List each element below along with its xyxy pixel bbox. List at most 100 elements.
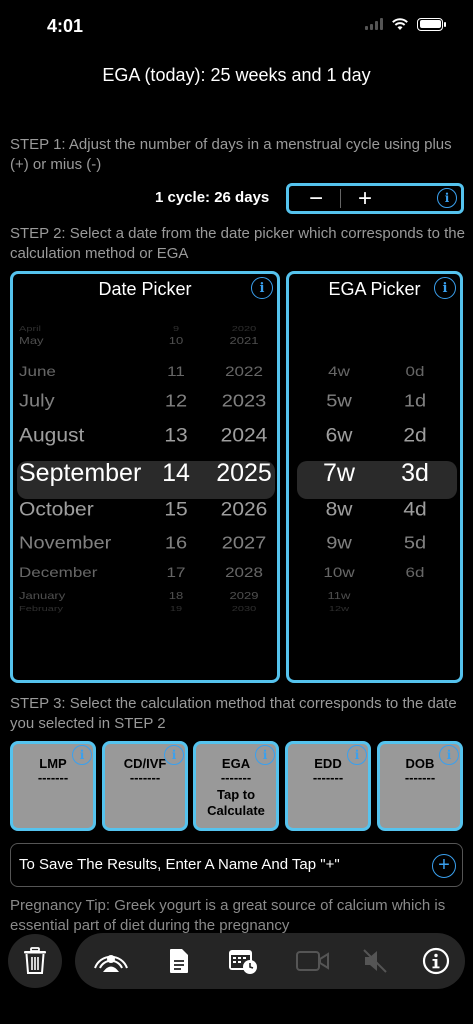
month-option[interactable]: October: [19, 498, 154, 521]
save-name-placeholder: To Save The Results, Enter A Name And Ta…: [19, 856, 340, 873]
month-option[interactable]: February: [19, 604, 154, 612]
method-lmp-button[interactable]: i LMP -------: [10, 741, 96, 831]
info-icon: [422, 947, 450, 975]
year-option[interactable]: 2030: [209, 604, 277, 612]
day-option[interactable]: 12: [151, 391, 201, 411]
ega-day-option[interactable]: 0d: [385, 363, 445, 379]
status-icons: [365, 17, 446, 31]
year-option[interactable]: 2028: [209, 564, 277, 580]
date-picker-title: Date Picker: [98, 279, 192, 299]
weeks-option[interactable]: 11w: [309, 589, 369, 600]
method-ega-button[interactable]: i EGA ------- Tap to Calculate: [193, 741, 279, 831]
status-time: 4:01: [47, 16, 84, 36]
toolbar-info-button[interactable]: [420, 945, 452, 977]
year-option[interactable]: 2024: [209, 424, 277, 447]
year-option[interactable]: 2027: [209, 533, 277, 553]
info-icon[interactable]: i: [347, 745, 367, 765]
month-option[interactable]: December: [19, 564, 154, 580]
info-icon[interactable]: i: [255, 745, 275, 765]
tap-to-calculate-label: Tap to Calculate: [207, 787, 265, 818]
video-button[interactable]: [293, 945, 333, 977]
ega-day-option[interactable]: 2d: [385, 424, 445, 447]
month-option[interactable]: November: [19, 533, 154, 553]
page-title: EGA (today): 25 weeks and 1 day: [102, 65, 371, 85]
method-value: -------: [312, 770, 344, 785]
month-option[interactable]: August: [19, 424, 154, 447]
pregnancy-tip: Pregnancy Tip: Greek yogurt is a great s…: [10, 897, 446, 934]
year-option[interactable]: 2022: [209, 363, 277, 379]
calendar-clock-button[interactable]: [227, 945, 259, 977]
add-result-button[interactable]: +: [432, 854, 456, 878]
month-option[interactable]: May: [19, 334, 154, 345]
weeks-option[interactable]: 8w: [309, 498, 369, 521]
month-option[interactable]: April: [19, 324, 154, 332]
info-icon[interactable]: i: [434, 277, 456, 299]
day-option[interactable]: 13: [151, 424, 201, 447]
calendar-clock-icon: [229, 950, 257, 974]
step3-text: STEP 3: Select the calculation method th…: [10, 695, 457, 732]
status-bar: 4:01: [0, 0, 473, 54]
month-option[interactable]: January: [19, 589, 154, 600]
cycle-stepper: − + i: [286, 183, 464, 214]
signal-icon: [365, 18, 383, 30]
day-option[interactable]: 14: [151, 459, 201, 488]
year-option[interactable]: 2026: [209, 498, 277, 521]
mute-button[interactable]: [359, 945, 391, 977]
day-option[interactable]: 11: [151, 363, 201, 379]
trash-button[interactable]: [8, 934, 62, 988]
date-picker: Date Picker i April May June July August Sept…: [10, 271, 280, 683]
battery-icon: [417, 17, 446, 31]
info-icon[interactable]: i: [437, 188, 457, 208]
weeks-option[interactable]: 10w: [309, 564, 369, 580]
weeks-option[interactable]: 5w: [309, 391, 369, 411]
wifi-icon: [392, 18, 408, 30]
day-option[interactable]: 16: [151, 533, 201, 553]
method-value: -------: [129, 770, 161, 785]
cycle-plus-button[interactable]: +: [341, 186, 389, 210]
day-option[interactable]: 9: [151, 324, 201, 332]
bottom-toolbar: [75, 933, 465, 989]
info-icon[interactable]: i: [72, 745, 92, 765]
weeks-option[interactable]: 6w: [309, 424, 369, 447]
method-dob-button[interactable]: i DOB -------: [377, 741, 463, 831]
ega-day-option[interactable]: 3d: [385, 459, 445, 488]
info-icon[interactable]: i: [251, 277, 273, 299]
day-option[interactable]: 18: [151, 589, 201, 600]
method-value: -------: [404, 770, 436, 785]
ega-day-option[interactable]: 6d: [385, 564, 445, 580]
ega-day-option[interactable]: 5d: [385, 533, 445, 553]
day-option[interactable]: 19: [151, 604, 201, 612]
document-icon: [170, 949, 188, 973]
cycle-label: 1 cycle: 26 days: [155, 189, 270, 206]
month-option[interactable]: July: [19, 391, 154, 411]
share-person-button[interactable]: [91, 945, 131, 977]
document-button[interactable]: [163, 945, 195, 977]
weeks-option[interactable]: 12w: [309, 604, 369, 612]
year-option[interactable]: 2021: [209, 334, 277, 345]
day-option[interactable]: 17: [151, 564, 201, 580]
share-person-icon: [94, 955, 128, 972]
day-option[interactable]: 15: [151, 498, 201, 521]
method-cdivf-button[interactable]: i CD/IVF -------: [102, 741, 188, 831]
day-option[interactable]: 10: [151, 334, 201, 345]
method-edd-button[interactable]: i EDD -------: [285, 741, 371, 831]
save-name-input[interactable]: To Save The Results, Enter A Name And Ta…: [10, 843, 463, 887]
ega-day-option[interactable]: 4d: [385, 498, 445, 521]
ega-day-option[interactable]: 1d: [385, 391, 445, 411]
cycle-minus-button[interactable]: −: [292, 186, 340, 210]
year-option[interactable]: 2020: [209, 324, 277, 332]
step1-text: STEP 1: Adjust the number of days in a m…: [10, 136, 452, 173]
year-option[interactable]: 2023: [209, 391, 277, 411]
year-option[interactable]: 2029: [209, 589, 277, 600]
month-option[interactable]: June: [19, 363, 154, 379]
method-value: -------: [37, 770, 69, 785]
weeks-option[interactable]: 9w: [309, 533, 369, 553]
info-icon[interactable]: i: [439, 745, 459, 765]
info-icon[interactable]: i: [164, 745, 184, 765]
month-option[interactable]: September: [19, 459, 154, 488]
method-value: -------: [220, 770, 252, 785]
year-option[interactable]: 2025: [209, 459, 277, 488]
weeks-option[interactable]: 4w: [309, 363, 369, 379]
trash-icon: [24, 947, 46, 974]
weeks-option[interactable]: 7w: [309, 459, 369, 488]
